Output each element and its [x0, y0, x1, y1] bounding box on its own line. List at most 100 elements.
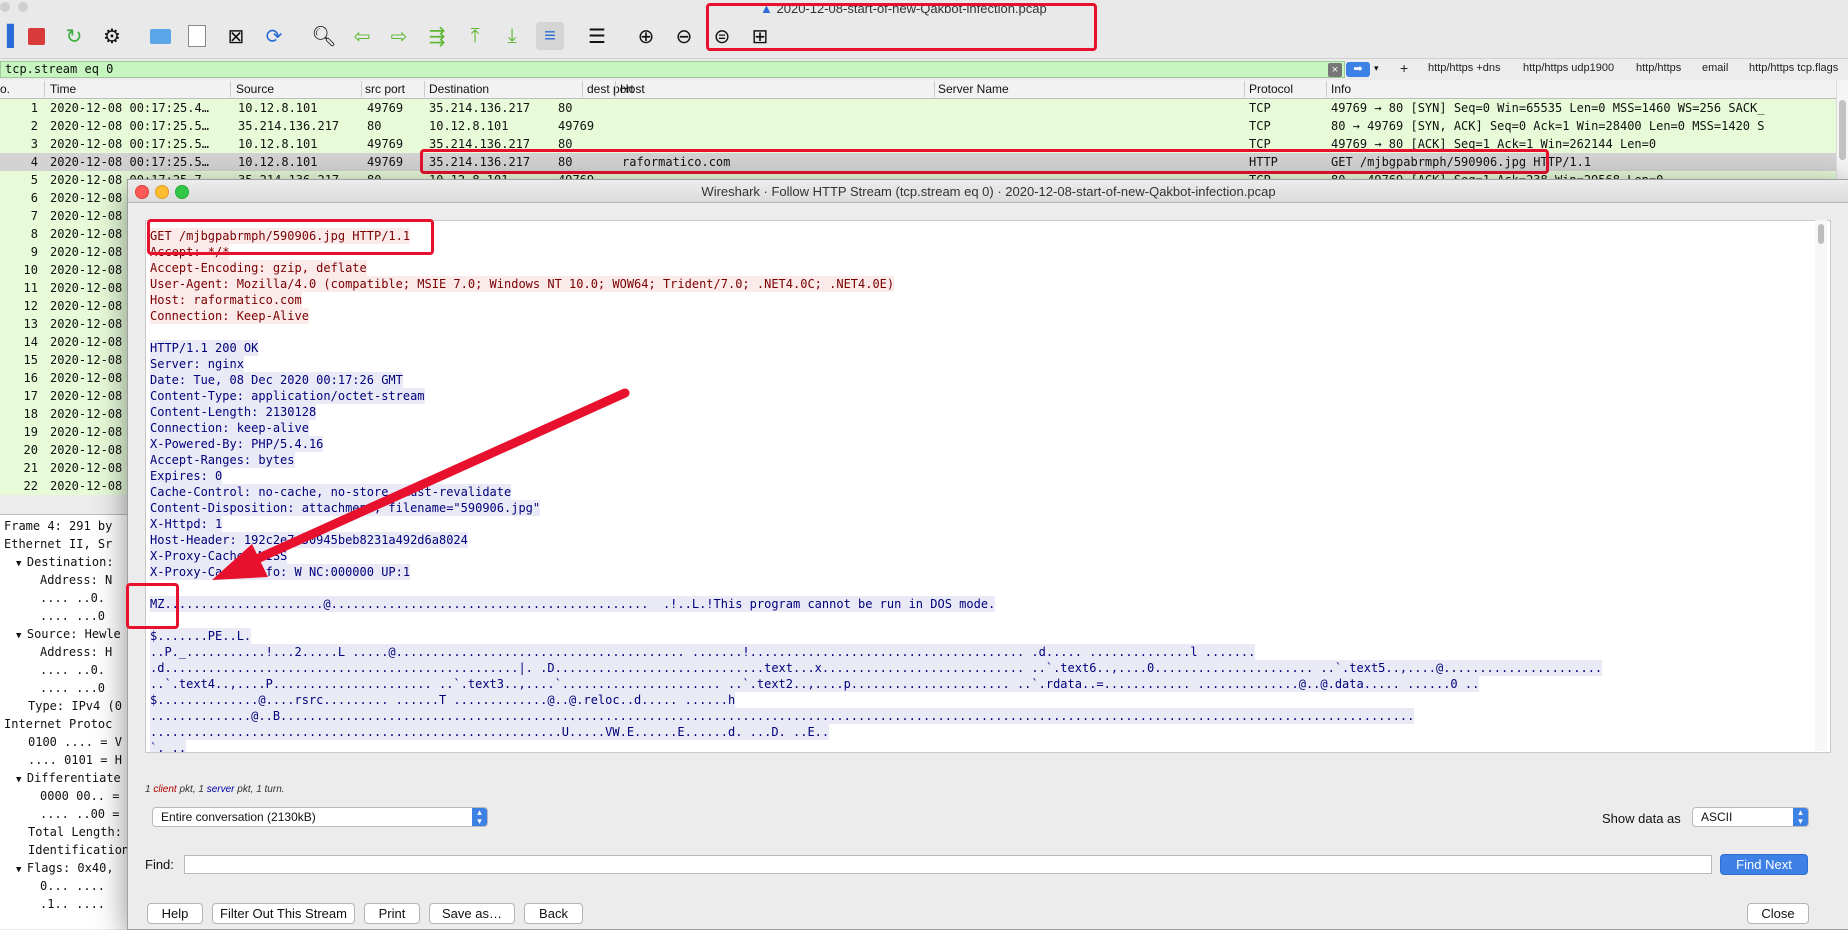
detail-row[interactable]: 0100 .... = V — [28, 735, 130, 749]
detail-row[interactable]: Address: N — [40, 573, 130, 587]
filter-button-http-udp1900[interactable]: http/https udp1900 — [1523, 62, 1614, 74]
detail-row[interactable]: .... ..00 = — [40, 807, 130, 821]
stats-text: pkt, 1 turn. — [234, 784, 285, 795]
detail-row[interactable]: ▼ Source: Hewle — [16, 627, 130, 641]
server-binary-line: ........................................… — [150, 724, 830, 740]
filter-button-email[interactable]: email — [1702, 62, 1728, 74]
add-filter-button[interactable]: + — [1400, 60, 1408, 76]
filter-out-stream-button[interactable]: Filter Out This Stream — [212, 903, 355, 924]
show-data-as-select[interactable]: ASCII ▴ ▾ — [1692, 807, 1809, 827]
back-button[interactable]: Back — [524, 903, 583, 924]
filter-history-icon[interactable]: ▾ — [1374, 63, 1379, 74]
stop-icon[interactable] — [22, 22, 50, 50]
column-time[interactable]: Time — [50, 82, 76, 96]
detail-row-text: Destination: — [26, 555, 114, 569]
display-filter-input[interactable]: tcp.stream eq 0 — [0, 61, 1345, 78]
expand-triangle-icon[interactable]: ▼ — [16, 865, 27, 875]
last-packet-icon[interactable]: ⤓ — [498, 22, 526, 50]
save-file-icon[interactable] — [183, 22, 211, 50]
clear-filter-icon[interactable]: × — [1328, 63, 1342, 77]
expand-triangle-icon[interactable]: ▼ — [16, 631, 27, 641]
reload-icon[interactable]: ⟳ — [260, 22, 288, 50]
detail-row[interactable]: Ethernet II, Sr — [4, 537, 130, 551]
resize-columns-icon[interactable]: ⊞ — [746, 22, 774, 50]
find-next-button[interactable]: Find Next — [1720, 854, 1808, 875]
detail-row[interactable]: .... ..0. — [40, 663, 130, 677]
find-icon[interactable]: 🔍︎ — [310, 22, 338, 50]
packet-dest-port: 80 — [558, 101, 573, 115]
column-src-port[interactable]: src port — [365, 82, 405, 96]
detail-row-text: 0100 .... = V — [28, 735, 122, 749]
detail-row[interactable]: Frame 4: 291 by — [4, 519, 130, 533]
packet-no: 12 — [23, 299, 38, 313]
detail-row[interactable]: Identification — [28, 843, 130, 857]
scrollbar-thumb[interactable] — [1818, 224, 1824, 244]
autoscroll-icon[interactable]: ≡ — [536, 22, 564, 50]
window-control-dot[interactable] — [18, 2, 28, 12]
packet-no: 5 — [30, 173, 38, 187]
packet-destination: 35.214.136.217 — [429, 101, 531, 115]
detail-row[interactable]: Internet Protoc — [4, 717, 130, 731]
detail-row[interactable]: 0... .... — [40, 879, 130, 893]
window-control-dot[interactable] — [0, 2, 10, 12]
detail-row[interactable]: Total Length: — [28, 825, 130, 839]
close-button[interactable]: Close — [1747, 903, 1809, 924]
column-protocol[interactable]: Protocol — [1249, 82, 1293, 96]
detail-row[interactable]: 0000 00.. = — [40, 789, 130, 803]
print-button[interactable]: Print — [364, 903, 420, 924]
column-host[interactable]: Host — [620, 82, 645, 96]
go-forward-icon[interactable]: ⇨ — [385, 22, 413, 50]
packet-row[interactable]: 4 2020-12-08 00:17:25.5… 10.12.8.101 49769 3… — [0, 153, 1836, 171]
colorize-icon[interactable]: ☰ — [583, 22, 611, 50]
packet-src-port: 49769 — [367, 155, 404, 169]
expand-triangle-icon[interactable]: ▼ — [16, 559, 27, 569]
detail-row[interactable]: ▼ Destination: — [16, 555, 130, 569]
detail-row[interactable]: .... ...0 — [40, 609, 130, 623]
find-input[interactable] — [184, 855, 1712, 874]
apply-filter-icon[interactable]: ➡ — [1346, 62, 1370, 77]
column-server-name[interactable]: Server Name — [938, 82, 1009, 96]
expand-triangle-icon[interactable]: ▼ — [16, 775, 27, 785]
detail-row-text: .... ..0. — [40, 663, 106, 677]
column-destination[interactable]: Destination — [429, 82, 489, 96]
detail-row[interactable]: .1.. .... — [40, 897, 130, 911]
column-source[interactable]: Source — [236, 82, 274, 96]
filter-button-http-dns[interactable]: http/https +dns — [1428, 62, 1500, 74]
packet-row[interactable]: 3 2020-12-08 00:17:25.5… 10.12.8.101 49769 3… — [0, 135, 1836, 153]
detail-row[interactable]: .... ..0. — [40, 591, 130, 605]
packet-protocol: HTTP — [1249, 155, 1278, 169]
help-button[interactable]: Help — [147, 903, 203, 924]
restart-icon[interactable]: ↻ — [60, 22, 88, 50]
server-binary-line: ..`.text4..,....P...................... … — [150, 676, 1480, 692]
packet-no: 21 — [23, 461, 38, 475]
zoom-out-icon[interactable]: ⊖ — [670, 22, 698, 50]
detail-row[interactable]: Type: IPv4 (0 — [28, 699, 130, 713]
packet-src-port: 49769 — [367, 137, 404, 151]
go-to-packet-icon[interactable]: ⇶ — [423, 22, 451, 50]
save-as-button[interactable]: Save as… — [429, 903, 515, 924]
packet-no: 1 — [30, 101, 38, 115]
first-packet-icon[interactable]: ⤒ — [461, 22, 489, 50]
detail-row[interactable]: ▼ Differentiate — [16, 771, 130, 785]
stream-scrollbar[interactable] — [1815, 220, 1827, 751]
detail-row[interactable]: .... 0101 = H — [28, 753, 130, 767]
packet-row[interactable]: 1 2020-12-08 00:17:25.4… 10.12.8.101 49769 3… — [0, 99, 1836, 117]
scrollbar-thumb[interactable] — [1839, 100, 1846, 160]
filter-button-tcp-flags[interactable]: http/https tcp.flags — [1749, 62, 1838, 74]
normal-size-icon[interactable]: ⊜ — [708, 22, 736, 50]
filter-button-http[interactable]: http/https — [1636, 62, 1681, 74]
go-back-icon[interactable]: ⇦ — [348, 22, 376, 50]
close-file-icon[interactable]: ⊠ — [222, 22, 250, 50]
column-info[interactable]: Info — [1331, 82, 1351, 96]
zoom-in-icon[interactable]: ⊕ — [632, 22, 660, 50]
packet-source: 10.12.8.101 — [238, 137, 318, 151]
packet-row[interactable]: 2 2020-12-08 00:17:25.5… 35.214.136.217 80 1… — [0, 117, 1836, 135]
detail-row[interactable]: ▼ Flags: 0x40, — [16, 861, 130, 875]
open-folder-icon[interactable] — [146, 22, 174, 50]
detail-row[interactable]: .... ...0 — [40, 681, 130, 695]
display-filter-bar: tcp.stream eq 0 × ➡ ▾ + http/https +dns … — [0, 58, 1848, 82]
options-gear-icon[interactable]: ⚙ — [98, 22, 126, 50]
detail-row[interactable]: Address: H — [40, 645, 130, 659]
conversation-select[interactable]: Entire conversation (2130kB) ▴ ▾ — [152, 807, 488, 827]
column-no[interactable]: o. — [0, 82, 10, 96]
